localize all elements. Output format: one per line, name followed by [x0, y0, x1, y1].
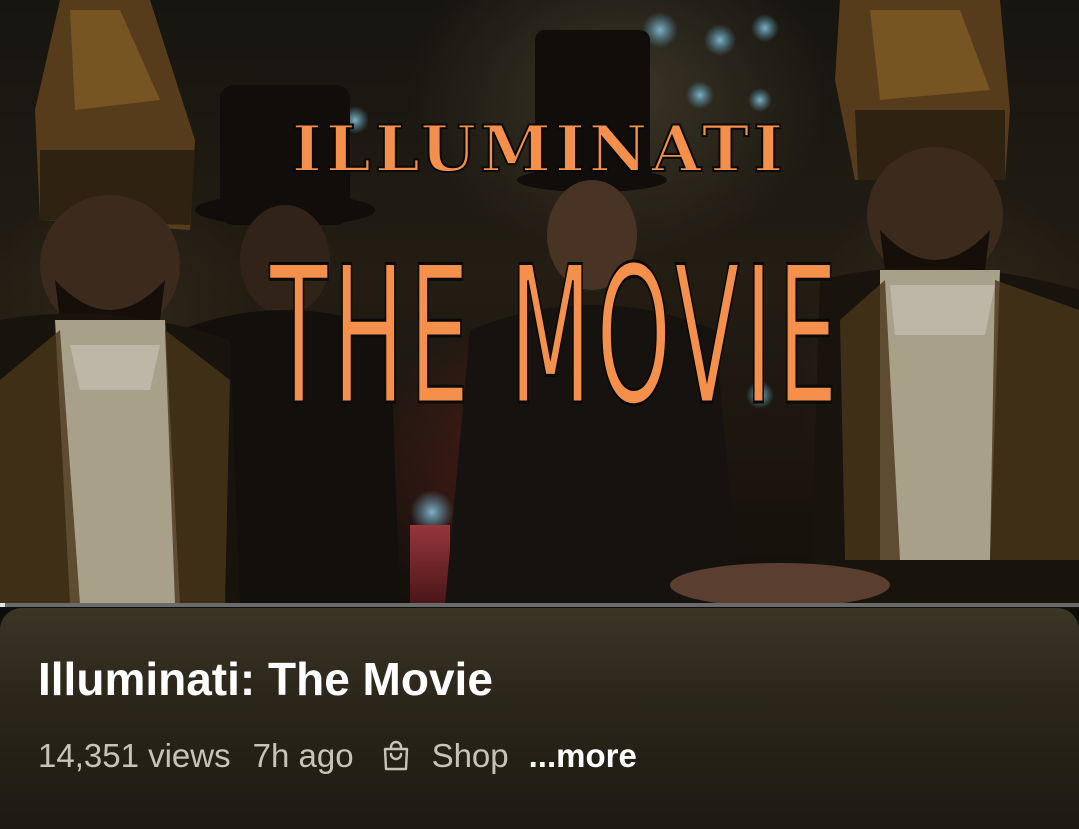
video-thumbnail[interactable]: ILLUMINATI THE MOVIE	[0, 0, 1079, 604]
shopping-bag-icon[interactable]	[380, 740, 412, 772]
thumbnail-title-the-movie: THE MOVIE	[269, 226, 843, 447]
shorts-video-screen: ILLUMINATI THE MOVIE Illuminati: The Mov…	[0, 0, 1079, 829]
more-button[interactable]: ...more	[529, 737, 637, 775]
video-meta-row: 14,351 views 7h ago Shop ...more	[38, 736, 637, 776]
video-progress-fill	[0, 603, 6, 607]
view-count: 14,351 views	[38, 737, 231, 774]
thumbnail-title-illuminati: ILLUMINATI	[291, 111, 788, 188]
video-progress-bar[interactable]	[0, 603, 1079, 607]
shop-link[interactable]: Shop	[432, 737, 509, 775]
upload-age: 7h ago	[252, 737, 354, 774]
video-title[interactable]: Illuminati: The Movie	[38, 652, 493, 706]
video-info-panel[interactable]: Illuminati: The Movie 14,351 views 7h ag…	[0, 608, 1079, 829]
